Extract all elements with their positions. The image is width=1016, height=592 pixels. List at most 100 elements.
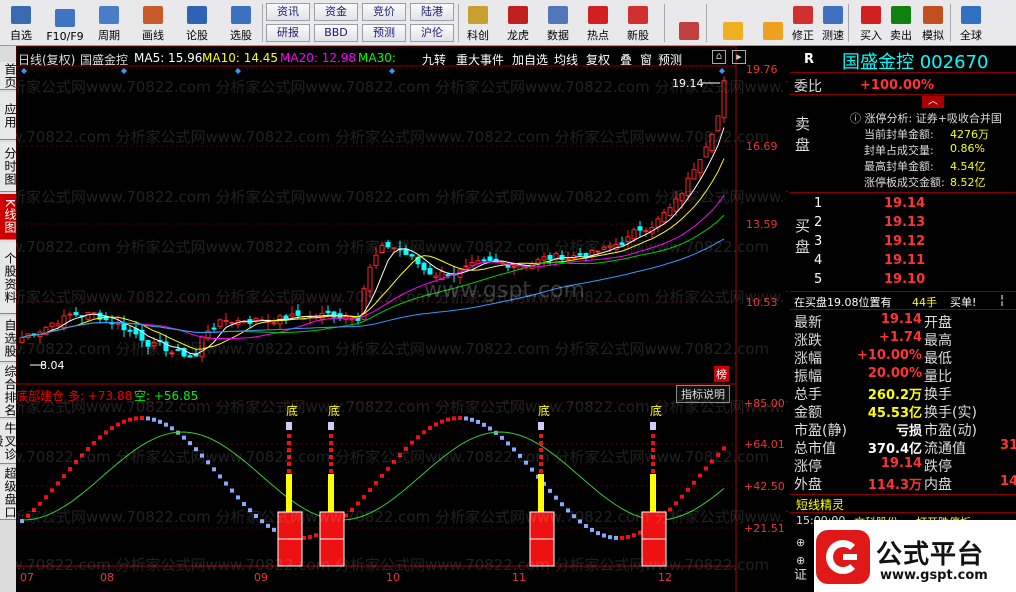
candle-body bbox=[367, 266, 373, 292]
sell-icon bbox=[891, 6, 911, 24]
kline-chart-svg[interactable] bbox=[16, 46, 788, 592]
candle-body bbox=[115, 322, 121, 325]
toolbar-chart-button[interactable]: 科创 bbox=[460, 2, 496, 44]
quote-label2: 跌停 bbox=[924, 459, 952, 475]
quote-label2: 市盈(动) bbox=[924, 423, 977, 439]
toolbar-fire-button[interactable]: 热点 bbox=[580, 2, 616, 44]
sell-side-label: 卖盘 bbox=[793, 116, 811, 158]
toolbar-hammer-button[interactable]: 模拟 bbox=[918, 2, 948, 44]
toolbar-sell-button[interactable]: 卖出 bbox=[886, 2, 916, 44]
signal-bar bbox=[538, 474, 544, 512]
candle-body bbox=[73, 312, 79, 316]
left-tab-5[interactable]: 自选股 bbox=[0, 316, 17, 362]
candle-body bbox=[253, 317, 259, 321]
toolbar-up-down-button[interactable] bbox=[758, 2, 788, 44]
chart-header-button[interactable]: 窗 bbox=[640, 51, 652, 68]
toolbar-phone-button[interactable]: 新股 bbox=[620, 2, 656, 44]
toolbar-f10-button[interactable]: F10/F9 bbox=[46, 2, 84, 44]
rank-badge[interactable]: 榜 bbox=[714, 366, 729, 382]
chart-header-button[interactable]: 预测 bbox=[658, 51, 682, 68]
buy-price[interactable]: 19.12 bbox=[884, 234, 925, 249]
chart-header-button[interactable]: 复权 bbox=[586, 51, 610, 68]
chart-header-button[interactable]: 九转 bbox=[422, 51, 446, 68]
indicator-dot bbox=[86, 446, 90, 451]
toolbar-alarm-button[interactable]: 修正 bbox=[788, 2, 818, 44]
chart-header-button[interactable]: 加自选 bbox=[512, 51, 548, 68]
candle-body bbox=[463, 265, 469, 268]
indicator-dot bbox=[494, 430, 498, 435]
indicator-explain-button[interactable]: 指标说明 bbox=[676, 385, 730, 403]
left-tab-0[interactable]: 首页 bbox=[0, 62, 17, 90]
toolbar-small-button[interactable]: 陆港 bbox=[410, 3, 454, 21]
toolbar-dragon-button[interactable]: 龙虎 bbox=[500, 2, 536, 44]
zt-row-label: 涨停板成交金额: bbox=[864, 176, 945, 189]
buy-price[interactable]: 19.11 bbox=[884, 253, 925, 268]
left-tab-7[interactable]: 牛叉诊股 bbox=[0, 420, 17, 464]
position-qty: 44手 bbox=[912, 296, 937, 309]
ma20-label: MA20: 12.98 bbox=[280, 51, 357, 65]
candle-body bbox=[577, 253, 583, 256]
left-tab-6[interactable]: 综合排名 bbox=[0, 364, 17, 418]
bottom-tab-char[interactable]: 证 bbox=[794, 564, 807, 583]
toolbar-small-button[interactable]: BBD bbox=[314, 24, 358, 42]
toolbar-small-button[interactable]: 预测 bbox=[362, 24, 406, 42]
quote-value: +1.74 bbox=[879, 330, 922, 345]
buy-price[interactable]: 19.13 bbox=[884, 215, 925, 230]
left-tab-3[interactable]: K线图 bbox=[0, 194, 17, 240]
indicator-dot bbox=[464, 416, 468, 421]
indicator-dot bbox=[44, 495, 48, 500]
zt-row-value: 4.54亿 bbox=[950, 160, 986, 173]
clock-icon bbox=[99, 6, 119, 24]
toolbar-pencil-button[interactable]: 画线 bbox=[134, 2, 172, 44]
indicator-dot bbox=[158, 419, 162, 424]
toolbar-grid-button[interactable] bbox=[674, 2, 704, 44]
toolbar-small-button[interactable]: 资讯 bbox=[266, 3, 310, 21]
gspt-logo: 公式平台 www.gspt.com bbox=[814, 520, 1016, 592]
indicator-dot bbox=[614, 535, 618, 540]
month-tick: 09 bbox=[254, 571, 268, 584]
toolbar-small-button[interactable]: 竞价 bbox=[362, 3, 406, 21]
event-marker-icon[interactable] bbox=[235, 68, 241, 74]
toolbar-globe-button[interactable]: 全球 bbox=[956, 2, 986, 44]
indicator-dot bbox=[152, 417, 156, 422]
event-marker-icon[interactable] bbox=[389, 68, 395, 74]
collapse-icon[interactable]: ▸ bbox=[732, 50, 746, 64]
indicator-dot bbox=[716, 452, 720, 457]
left-tab-8[interactable]: 超级盘口 bbox=[0, 466, 17, 520]
toolbar-small-button[interactable]: 沪伦 bbox=[410, 24, 454, 42]
indicator-dot bbox=[560, 502, 564, 507]
zt-row-label: 当前封单金额: bbox=[864, 128, 934, 141]
duanxian-title[interactable]: 短线精灵 bbox=[796, 496, 844, 513]
speed-icon bbox=[823, 6, 843, 24]
toolbar-clock-button[interactable]: 周期 bbox=[90, 2, 128, 44]
toolbar-target-button[interactable]: 选股 bbox=[222, 2, 260, 44]
buy-price[interactable]: 19.14 bbox=[884, 196, 925, 211]
indicator-dot bbox=[572, 514, 576, 519]
toolbar-buy-button[interactable]: 买入 bbox=[856, 2, 886, 44]
left-tab-4[interactable]: 个股资料 bbox=[0, 242, 17, 314]
toolbar-small-button[interactable]: 研报 bbox=[266, 24, 310, 42]
chart-header-button[interactable]: 叠 bbox=[620, 51, 632, 68]
expand-chevron-icon[interactable]: ︿ bbox=[922, 96, 944, 108]
left-tab-1[interactable]: 应用 bbox=[0, 92, 17, 140]
chart-header-button[interactable]: 重大事件 bbox=[456, 51, 504, 68]
toolbar-speed-button[interactable]: 测速 bbox=[818, 2, 848, 44]
lock-icon[interactable]: ⌂ bbox=[712, 50, 726, 64]
toolbar-small-button[interactable]: 资金 bbox=[314, 3, 358, 21]
toolbar-back-arrow-button[interactable] bbox=[718, 2, 748, 44]
quote-label: 金额 bbox=[794, 405, 822, 421]
toolbar-pe-button[interactable]: 数据 bbox=[540, 2, 576, 44]
bottom-mark: 底 bbox=[286, 404, 299, 418]
indicator-dot bbox=[242, 502, 246, 507]
quote-value: 亏损 bbox=[895, 424, 922, 439]
event-marker-icon[interactable] bbox=[719, 68, 725, 74]
toolbar-talk-button[interactable]: 论股 bbox=[178, 2, 216, 44]
toolbar-label: 自选 bbox=[10, 29, 32, 42]
toolbar-label: 数据 bbox=[547, 29, 569, 42]
left-tab-2[interactable]: 分时图 bbox=[0, 142, 17, 192]
kline-chart-panel[interactable]: 日线(复权) 国盛金控 MA5: 15.96 MA10: 14.45 MA20:… bbox=[16, 46, 788, 592]
buy-price[interactable]: 19.10 bbox=[884, 272, 925, 287]
chart-header-button[interactable]: 均线 bbox=[554, 51, 578, 68]
toolbar-label: 周期 bbox=[98, 29, 120, 42]
toolbar-home-button[interactable]: 自选 bbox=[2, 2, 40, 44]
